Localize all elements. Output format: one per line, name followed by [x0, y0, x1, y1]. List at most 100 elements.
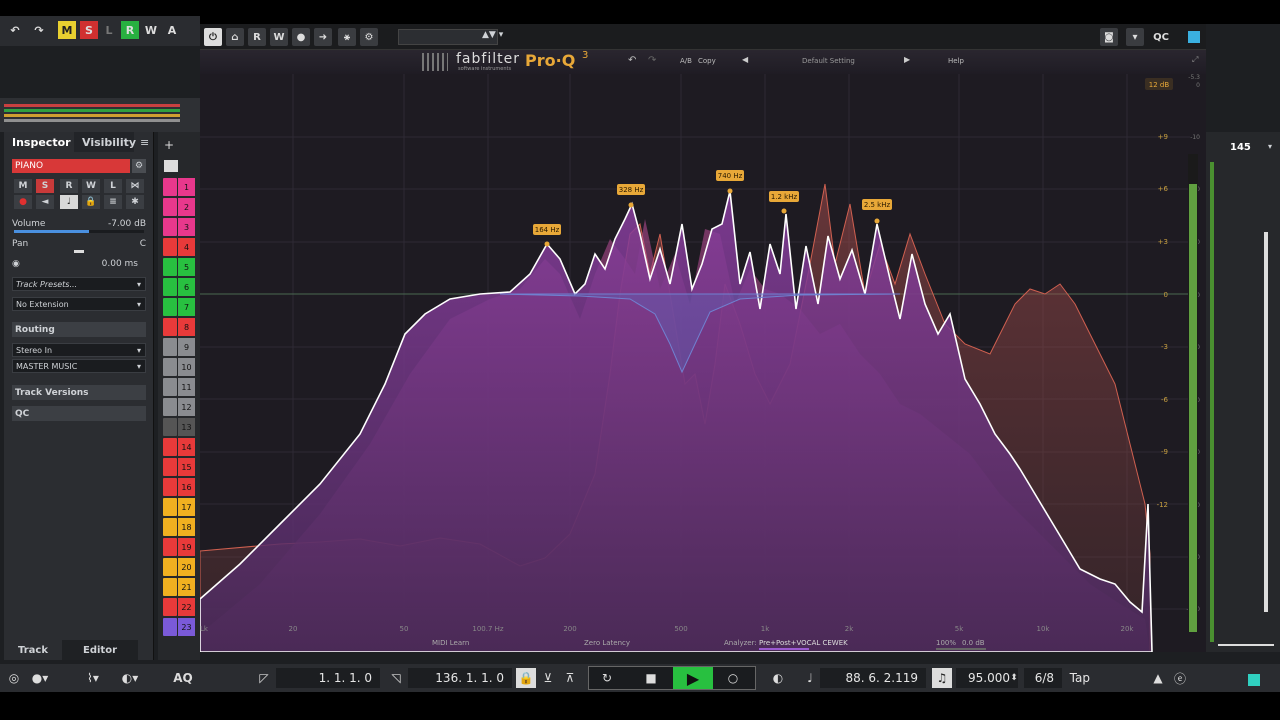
track-number[interactable]: 18 — [178, 518, 195, 536]
cycle-icon[interactable]: ↻ — [597, 668, 617, 688]
snap-icon[interactable]: ⌇▾ — [78, 668, 108, 688]
routing-section[interactable]: Routing — [12, 322, 146, 337]
solo-button[interactable]: S — [80, 21, 98, 39]
activity-icon[interactable]: ◎ — [4, 668, 24, 688]
band-3-node[interactable] — [727, 188, 733, 194]
track-type-icon[interactable] — [163, 478, 177, 496]
freeze-icon[interactable]: ⋈ — [126, 179, 144, 193]
tab-editor[interactable]: Editor — [62, 640, 138, 660]
click-settings-icon[interactable]: ⓔ — [1170, 668, 1190, 688]
track-type-icon[interactable] — [163, 618, 177, 636]
automation-button[interactable]: A — [163, 21, 181, 39]
track-number[interactable]: 23 — [178, 618, 195, 636]
track-type-icon[interactable] — [163, 398, 177, 416]
record-mode-toggle-icon[interactable]: ◐ — [768, 668, 788, 688]
preset-name[interactable]: Default Setting — [802, 57, 855, 65]
track-number[interactable]: 19 — [178, 538, 195, 556]
monitor-icon[interactable]: ◄ — [36, 195, 54, 209]
folder-icon[interactable] — [164, 160, 178, 172]
latency-button[interactable]: Zero Latency — [584, 639, 630, 647]
track-type-icon[interactable] — [163, 498, 177, 516]
sidechain-icon[interactable]: ● — [292, 28, 310, 46]
track-type-icon[interactable] — [163, 358, 177, 376]
track-type-icon[interactable] — [163, 598, 177, 616]
project-overview[interactable] — [0, 98, 200, 132]
track-settings-icon[interactable]: ✱ — [126, 195, 144, 209]
redo-icon[interactable]: ↷ — [648, 55, 656, 66]
track-versions-section[interactable]: Track Versions — [12, 385, 146, 400]
read-toggle[interactable]: R — [60, 179, 78, 193]
volume-slider[interactable] — [14, 230, 144, 233]
track-number[interactable]: 22 — [178, 598, 195, 616]
preset-arrows-icon[interactable]: ▲▼ ▾ — [482, 30, 503, 40]
power-icon[interactable]: ⏻ — [204, 28, 222, 46]
track-type-icon[interactable] — [163, 378, 177, 396]
track-number[interactable]: 7 — [178, 298, 195, 316]
track-number[interactable]: 17 — [178, 498, 195, 516]
output-routing-select[interactable]: MASTER MUSIC ▾ — [12, 359, 146, 373]
settings-icon[interactable]: ⚙ — [360, 28, 378, 46]
pan-value[interactable]: C — [140, 239, 146, 249]
band-1-node[interactable] — [544, 241, 550, 247]
read-button[interactable]: R — [121, 21, 139, 39]
track-type-icon[interactable] — [163, 198, 177, 216]
extension-select[interactable]: No Extension ▾ — [12, 297, 146, 311]
midi-learn-button[interactable]: MIDI Learn — [432, 639, 469, 647]
write-button[interactable]: W — [142, 21, 160, 39]
tab-visibility[interactable]: Visibility — [74, 132, 136, 152]
lane-icon[interactable]: ≡ — [104, 195, 122, 209]
punch-icon[interactable]: ◐▾ — [120, 668, 140, 688]
write-automation-button[interactable]: W — [270, 28, 288, 46]
track-number[interactable]: 5 — [178, 258, 195, 276]
track-number[interactable]: 10 — [178, 358, 195, 376]
left-locator-icon[interactable]: ◸ — [254, 668, 274, 688]
qc-section[interactable]: QC — [12, 406, 146, 421]
track-number[interactable]: 16 — [178, 478, 195, 496]
lock-icon[interactable]: 🔒 — [516, 668, 536, 688]
track-type-icon[interactable] — [163, 458, 177, 476]
pan-slider[interactable] — [1218, 644, 1274, 646]
musical-mode-icon[interactable]: ♩ — [800, 668, 820, 688]
band-4-node[interactable] — [781, 208, 787, 214]
undo-icon[interactable]: ↶ — [6, 21, 24, 39]
bypass-icon[interactable]: ⌂ — [226, 28, 244, 46]
track-number[interactable]: 20 — [178, 558, 195, 576]
track-number[interactable]: 14 — [178, 438, 195, 456]
record-enable-icon[interactable]: ● — [14, 195, 32, 209]
tap-button[interactable]: Tap — [1064, 668, 1098, 688]
track-number[interactable]: 3 — [178, 218, 195, 236]
right-locator-field[interactable]: 136. 1. 1. 0 — [408, 668, 512, 688]
listen-button[interactable]: L — [100, 21, 118, 39]
record-mode-icon[interactable]: ●▾ — [30, 668, 50, 688]
track-number[interactable]: 2 — [178, 198, 195, 216]
zoom-value[interactable]: 100% — [936, 639, 956, 647]
track-type-icon[interactable] — [163, 558, 177, 576]
pin-icon[interactable]: ➜ — [314, 28, 332, 46]
track-number[interactable]: 13 — [178, 418, 195, 436]
position-display[interactable]: 88. 6. 2.119 — [820, 668, 926, 688]
analyzer-mode-button[interactable]: Pre+Post+VOCAL CEWEK — [759, 639, 848, 647]
record-icon[interactable]: ○ — [723, 668, 743, 688]
mute-toggle[interactable]: M — [14, 179, 32, 193]
lock-icon[interactable]: 🔒 — [82, 195, 100, 209]
pan-slider[interactable] — [74, 250, 84, 253]
post-roll-icon[interactable]: ⊼ — [560, 668, 580, 688]
input-routing-select[interactable]: Stereo In ▾ — [12, 343, 146, 357]
stop-icon[interactable]: ■ — [641, 668, 661, 688]
expand-icon[interactable]: ⤢ — [1192, 55, 1198, 65]
pre-roll-icon[interactable]: ⊻ — [538, 668, 558, 688]
redo-icon[interactable]: ↷ — [30, 21, 48, 39]
tempo-stepper-icon[interactable]: ⬍ — [1004, 668, 1024, 688]
band-5-node[interactable] — [874, 218, 880, 224]
output-gain-value[interactable]: 0.0 dB — [962, 639, 985, 647]
track-number[interactable]: 15 — [178, 458, 195, 476]
track-name[interactable]: PIANO — [12, 159, 130, 173]
timebase-icon[interactable]: ♩ — [60, 195, 78, 209]
track-type-icon[interactable] — [163, 278, 177, 296]
track-type-icon[interactable] — [163, 298, 177, 316]
track-type-icon[interactable] — [163, 338, 177, 356]
color-swatch[interactable] — [1188, 31, 1200, 43]
left-locator-field[interactable]: 1. 1. 1. 0 — [276, 668, 380, 688]
fader-track[interactable] — [1264, 232, 1268, 612]
track-number[interactable]: 8 — [178, 318, 195, 336]
